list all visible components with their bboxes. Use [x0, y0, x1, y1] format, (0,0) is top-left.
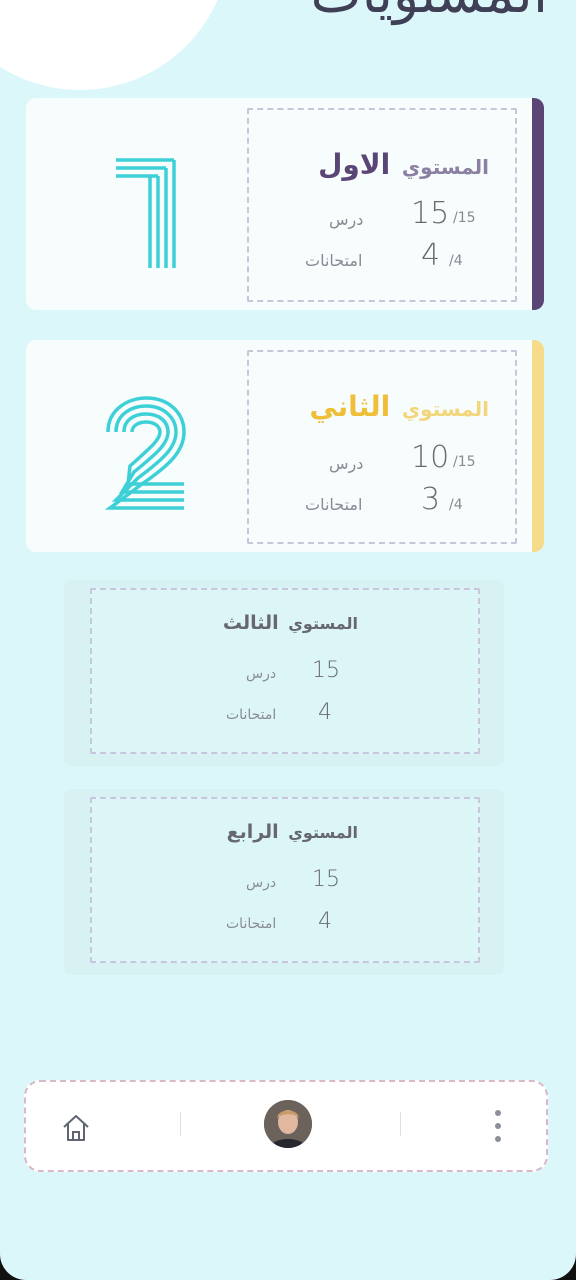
lessons-count: 15: [312, 867, 340, 892]
exams-count: 4: [318, 700, 332, 725]
level-name: الثالث: [222, 612, 279, 634]
level-name: الرابع: [226, 821, 279, 843]
level-info-box: المستوي الثاني /15 10 درس /4 3 امتحانات: [247, 350, 517, 544]
profile-photo-icon: [264, 1100, 312, 1148]
exams-label: امتحانات: [305, 251, 363, 270]
screen: المستويات المستوي الاول /15 15 درس /4 4 …: [0, 0, 576, 1280]
more-vertical-icon[interactable]: [494, 1110, 502, 1144]
level-title: المستوي الثالث: [223, 612, 358, 634]
level-title: المستوي الرابع: [227, 821, 358, 843]
nav-divider: [400, 1112, 401, 1136]
home-icon[interactable]: [60, 1112, 92, 1144]
level-card-3[interactable]: المستوي الثالث 15 درس 4 امتحانات: [64, 580, 504, 766]
level-name: الاول: [318, 148, 391, 181]
lessons-label: درس: [329, 210, 364, 229]
exams-total: /4: [449, 253, 463, 269]
level-title: المستوي الاول: [318, 148, 489, 181]
lessons-total: /15: [453, 210, 476, 226]
lessons-count: 15: [312, 658, 340, 683]
lessons-count: 10: [411, 440, 450, 475]
page-title: المستويات: [311, 0, 548, 25]
level-card-1[interactable]: المستوي الاول /15 15 درس /4 4 امتحانات: [26, 98, 544, 310]
level-info-box: المستوي الاول /15 15 درس /4 4 امتحانات: [247, 108, 517, 302]
avatar[interactable]: [264, 1100, 312, 1148]
level-number-1-icon: [116, 158, 176, 268]
exams-count: 4: [421, 238, 441, 273]
level-prefix: المستوي: [401, 155, 489, 179]
level-card-2[interactable]: المستوي الثاني /15 10 درس /4 3 امتحانات: [26, 340, 544, 552]
lessons-label: درس: [329, 454, 364, 473]
bottom-nav: [24, 1080, 548, 1172]
level-title: المستوي الثاني: [309, 390, 489, 423]
lessons-label: درس: [246, 875, 277, 891]
lessons-label: درس: [246, 666, 277, 682]
level-info-box: المستوي الرابع 15 درس 4 امتحانات: [90, 797, 480, 963]
level-accent-bar: [532, 340, 544, 552]
exams-total: /4: [449, 497, 463, 513]
nav-divider: [180, 1112, 181, 1136]
level-prefix: المستوي: [401, 397, 489, 421]
level-card-4[interactable]: المستوي الرابع 15 درس 4 امتحانات: [64, 789, 504, 975]
level-prefix: المستوي: [288, 614, 358, 633]
exams-count: 4: [318, 909, 332, 934]
level-info-box: المستوي الثالث 15 درس 4 امتحانات: [90, 588, 480, 754]
exams-label: امتحانات: [305, 495, 363, 514]
exams-count: 3: [421, 482, 441, 517]
level-prefix: المستوي: [288, 823, 358, 842]
lessons-count: 15: [411, 196, 450, 231]
level-accent-bar: [532, 98, 544, 310]
level-name: الثاني: [309, 390, 391, 423]
level-number-2-icon: [104, 396, 186, 510]
lessons-total: /15: [453, 454, 476, 470]
exams-label: امتحانات: [226, 916, 277, 932]
corner-decoration: [0, 0, 230, 90]
exams-label: امتحانات: [226, 707, 277, 723]
